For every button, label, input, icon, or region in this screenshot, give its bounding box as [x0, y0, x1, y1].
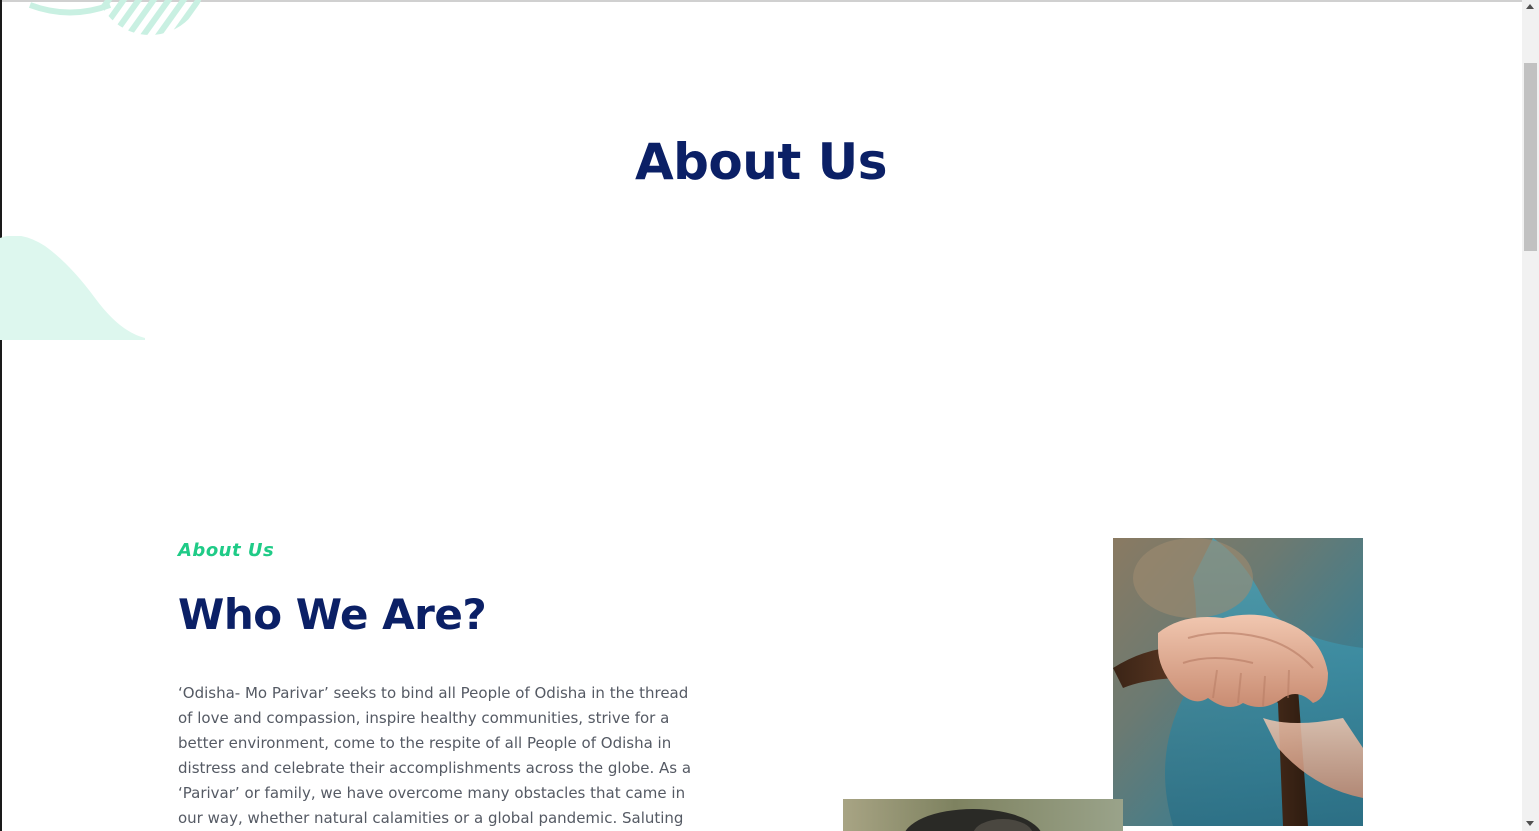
- striped-circle-decoration: [28, 0, 205, 35]
- about-paragraph: ‘Odisha- Mo Parivar’ seeks to bind all P…: [178, 684, 692, 827]
- secondary-photo: [843, 799, 1123, 831]
- page-viewport: About Us About Us Who We Are? ‘Odisha- M…: [0, 0, 1539, 831]
- vertical-scrollbar[interactable]: [1522, 0, 1539, 831]
- page-title: About Us: [634, 133, 888, 191]
- scroll-up-arrow-icon[interactable]: [1526, 4, 1534, 9]
- scroll-down-arrow-icon[interactable]: [1526, 821, 1534, 826]
- scrollbar-thumb[interactable]: [1524, 63, 1537, 251]
- elderly-hands-photo: [1113, 538, 1363, 826]
- section-eyebrow: About Us: [178, 540, 275, 561]
- mint-wave-decoration: [0, 236, 145, 340]
- section-title: Who We Are?: [178, 590, 487, 639]
- left-window-edge: [0, 0, 2, 831]
- top-divider: [0, 0, 1522, 2]
